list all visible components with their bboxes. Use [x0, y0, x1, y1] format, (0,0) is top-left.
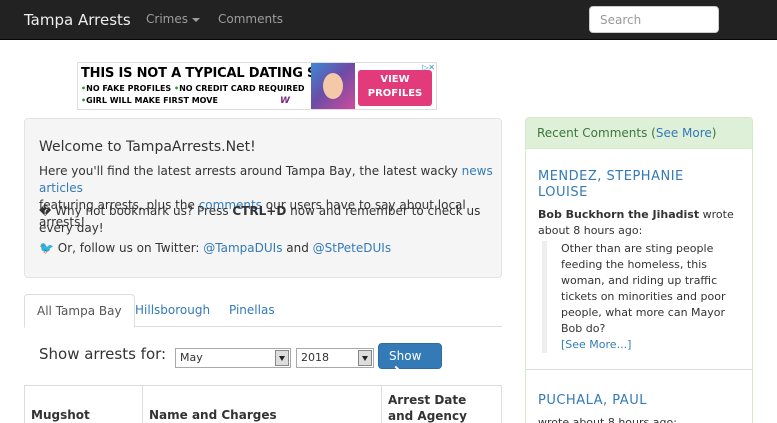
site-brand[interactable]: Tampa Arrests — [24, 11, 131, 29]
panel-heading-end: ) — [711, 126, 717, 140]
twitter-icon: 🐦 — [39, 241, 54, 255]
nav-crimes-label: Crimes — [146, 12, 188, 26]
dropdown-arrow-icon — [275, 350, 289, 366]
comment-1-arrestee-link[interactable]: MENDEZ, STEPHANIE LOUISE — [538, 169, 738, 201]
twitter-follow: 🐦 Or, follow us on Twitter: @TampaDUIs a… — [39, 240, 499, 257]
column-header-arrest-date: Arrest Date and Agency — [388, 393, 467, 423]
comment-2-meta: wrote about 8 hours ago: — [538, 416, 677, 423]
welcome-title: Welcome to TampaArrests.Net! — [39, 139, 256, 155]
ad-headline: THIS IS NOT A TYPICAL DATING SITE — [81, 66, 339, 81]
ad-face — [323, 73, 343, 99]
arrests-table: Mugshot Name and Charges Arrest Date and… — [24, 385, 502, 423]
dropdown-arrow-icon — [358, 350, 372, 366]
caret-down-icon — [191, 17, 200, 22]
county-tabs: All Tampa Bay Hillsborough Pinellas — [24, 294, 502, 328]
tab-hillsborough[interactable]: Hillsborough — [123, 294, 222, 327]
search-input[interactable] — [589, 6, 719, 33]
twitter-text: Or, follow us on Twitter: — [53, 241, 204, 255]
recent-comments-panel: Recent Comments (See More) MENDEZ, STEPH… — [525, 117, 753, 423]
ad-choices-icon[interactable]: ▷✕ — [422, 63, 435, 72]
chevron-right-icon — [391, 365, 401, 375]
comment-1-author: Bob Buckhorn the Jihadist — [538, 208, 700, 221]
tab-all-tampa-bay[interactable]: All Tampa Bay — [24, 294, 135, 328]
ad-line-2-text: GIRL WILL MAKE FIRST MOVE — [86, 96, 218, 105]
nav-crimes-dropdown[interactable]: Crimes — [146, 12, 200, 26]
ad-line-2: •GIRL WILL MAKE FIRST MOVE — [81, 96, 218, 105]
comment-1-quote: Other than are sting people feeding the … — [542, 241, 742, 353]
tab-pinellas[interactable]: Pinellas — [217, 294, 287, 327]
show-button[interactable]: Show — [378, 343, 442, 375]
show-arrests-label: Show arrests for: — [39, 345, 167, 363]
comment-1-see-more-link[interactable]: [See More...] — [561, 338, 631, 351]
ad-photo — [311, 63, 355, 109]
column-header-mugshot: Mugshot — [25, 386, 143, 423]
panel-heading: Recent Comments (See More) — [526, 118, 752, 149]
month-value: May — [180, 351, 203, 364]
bookmark-text-1: � Why not bookmark us? Press — [39, 204, 233, 218]
ad-logo: W — [280, 96, 290, 106]
comment-divider — [526, 369, 752, 370]
panel-heading-text: Recent Comments ( — [537, 126, 656, 140]
ad-view-profiles-button[interactable]: VIEW PROFILES — [358, 70, 432, 106]
column-header-name-charges: Name and Charges — [143, 386, 382, 423]
ad-banner[interactable]: THIS IS NOT A TYPICAL DATING SITE •NO FA… — [77, 62, 437, 110]
top-navbar: Tampa Arrests Crimes Comments — [0, 0, 777, 40]
intro-text-1: Here you'll find the latest arrests arou… — [39, 164, 462, 178]
shortcut-key: CTRL+D — [232, 204, 287, 218]
and-text: and — [282, 241, 313, 255]
year-value: 2018 — [301, 351, 329, 364]
welcome-box: Welcome to TampaArrests.Net! Here you'll… — [24, 118, 502, 278]
year-select[interactable]: 2018 — [296, 348, 374, 368]
bookmark-text: � Why not bookmark us? Press CTRL+D now … — [39, 203, 499, 237]
comment-1-text: Other than are sting people feeding the … — [561, 242, 726, 335]
ad-line-1b: NO CREDIT CARD REQUIRED — [179, 84, 305, 93]
comment-2-arrestee-link[interactable]: PUCHALA, PAUL — [538, 393, 738, 409]
ad-line-1: •NO FAKE PROFILES •NO CREDIT CARD REQUIR… — [81, 84, 305, 93]
see-more-comments-link[interactable]: See More — [656, 126, 712, 140]
show-button-label: Show — [389, 349, 422, 363]
stpete-duis-link[interactable]: @StPeteDUIs — [313, 241, 391, 255]
ad-line-1a: NO FAKE PROFILES — [86, 84, 172, 93]
nav-comments[interactable]: Comments — [218, 12, 283, 26]
comment-1-meta: Bob Buckhorn the Jihadist wrote about 8 … — [538, 207, 743, 239]
month-select[interactable]: May — [175, 348, 291, 368]
tampa-duis-link[interactable]: @TampaDUIs — [203, 241, 282, 255]
